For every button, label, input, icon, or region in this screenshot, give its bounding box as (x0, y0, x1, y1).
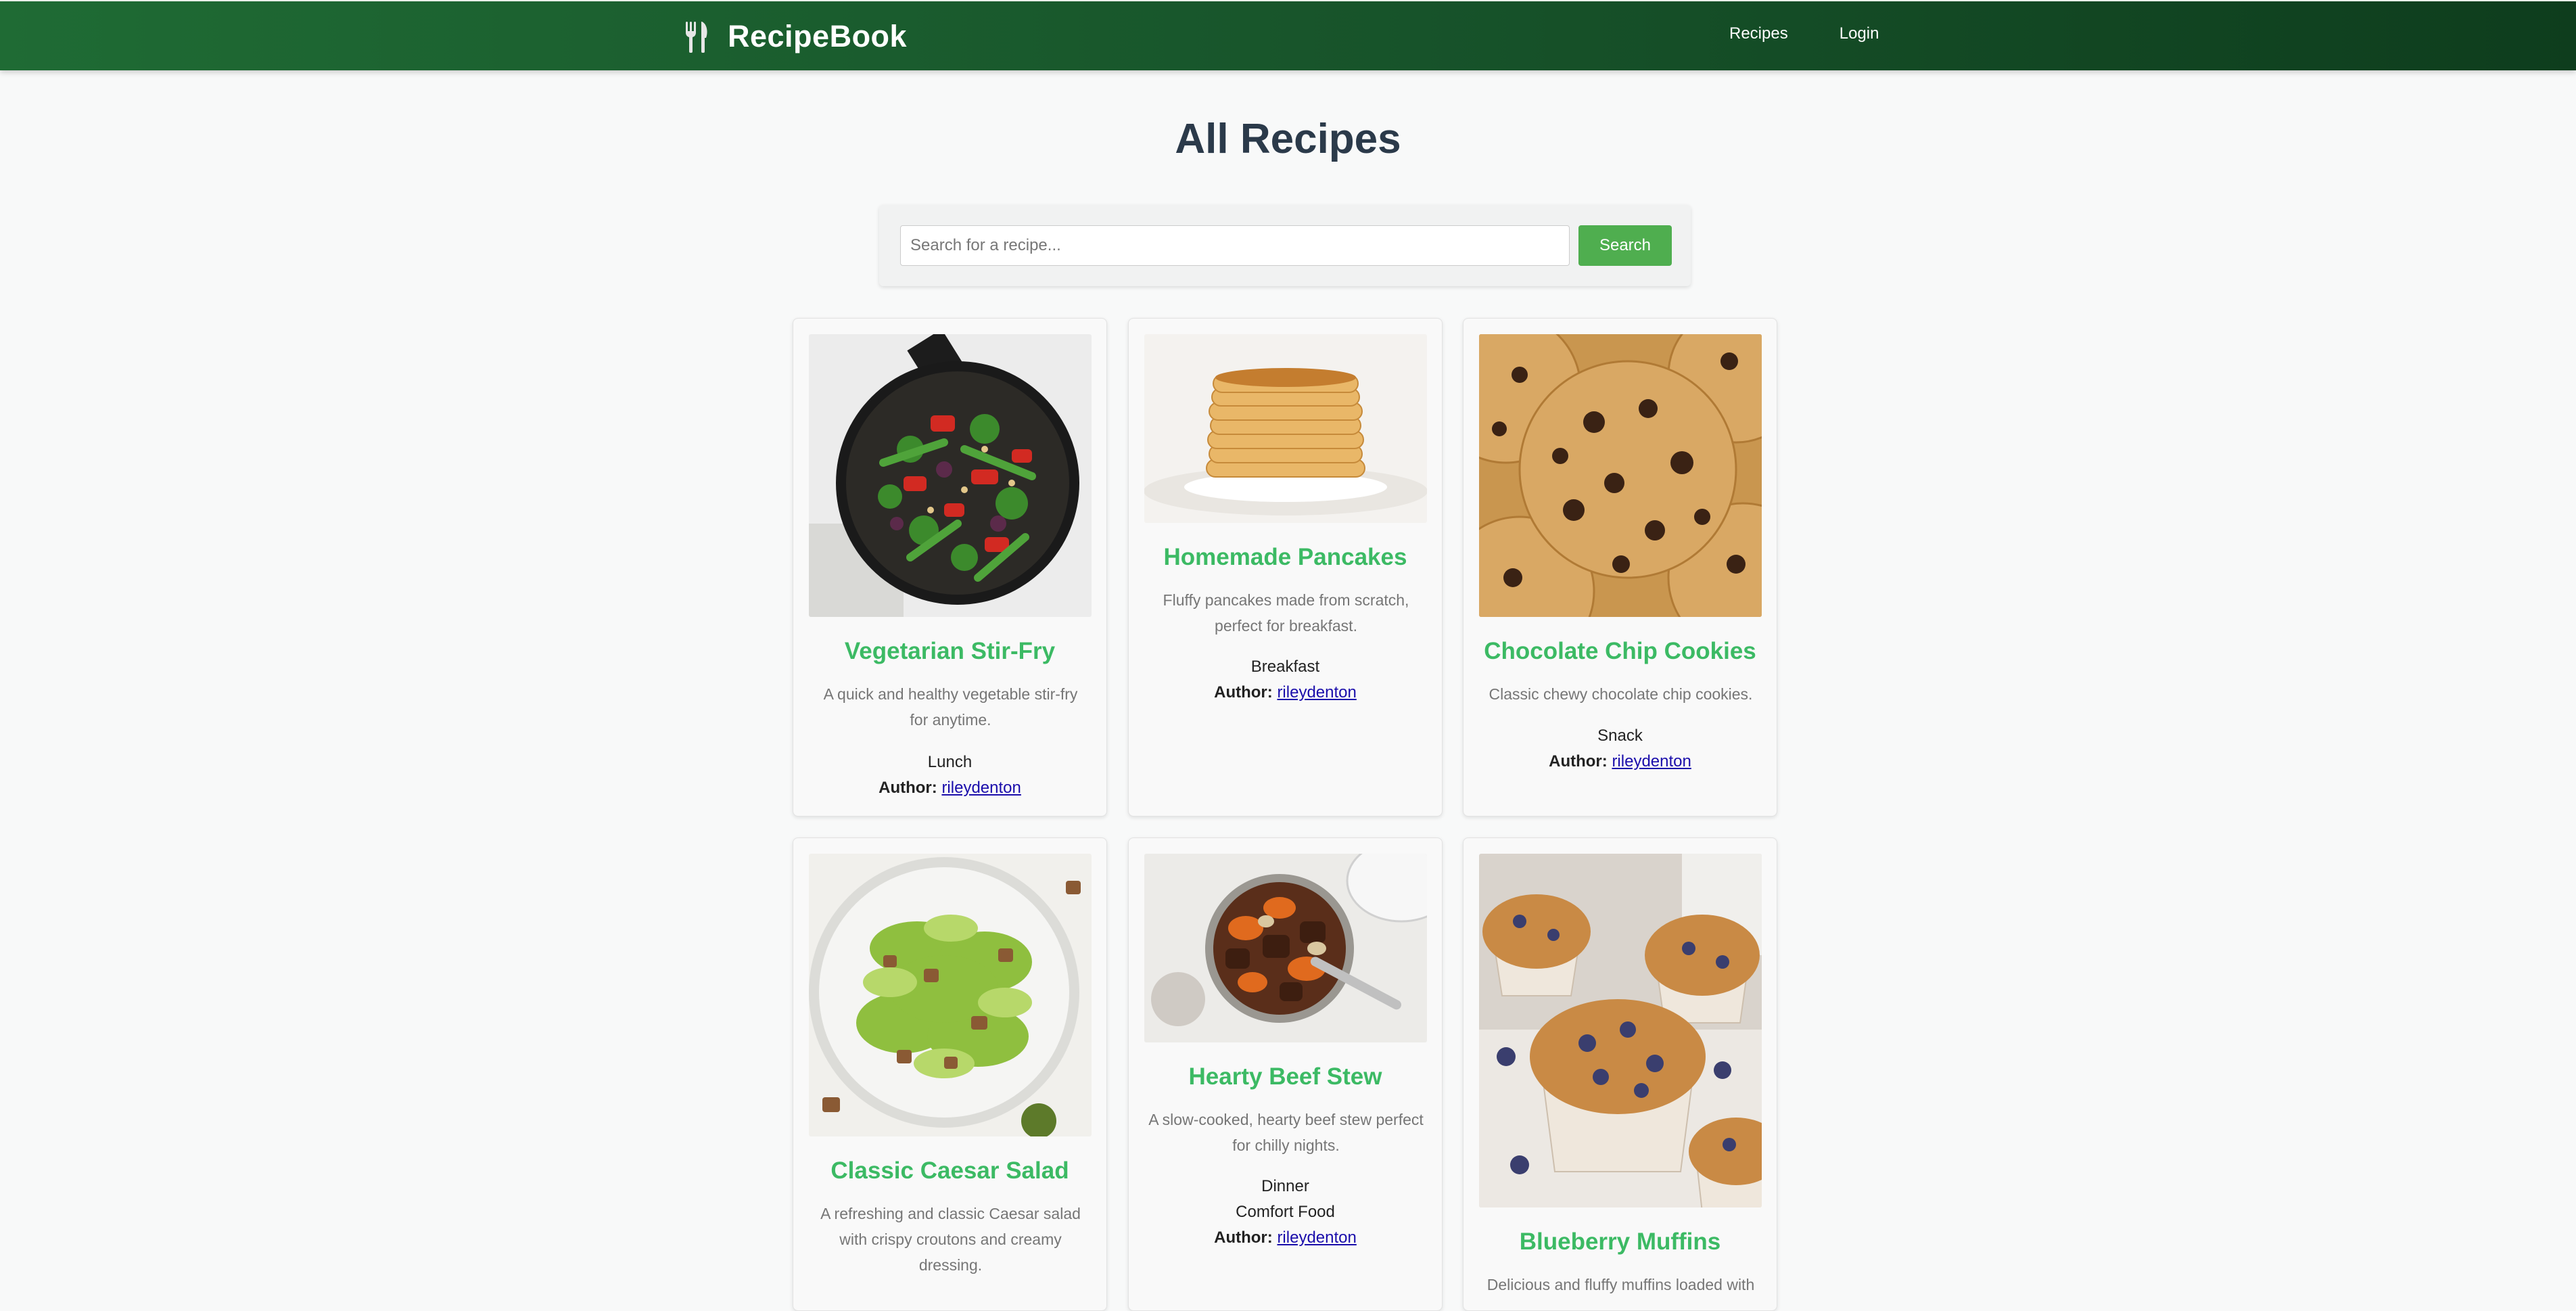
recipe-title[interactable]: Blueberry Muffins (1463, 1228, 1777, 1256)
recipe-author: Author: rileydenton (1129, 1225, 1442, 1251)
recipe-title[interactable]: Classic Caesar Salad (793, 1157, 1106, 1184)
recipe-category: Dinner (1261, 1177, 1309, 1195)
search-input[interactable] (900, 225, 1570, 266)
recipe-description: Classic chewy chocolate chip cookies. (1489, 685, 1753, 703)
recipe-description: A refreshing and classic Caesar salad wi… (820, 1205, 1081, 1274)
recipe-card-hearty-beef-stew[interactable]: Hearty Beef Stew A slow-cooked, hearty b… (1128, 837, 1443, 1311)
recipe-image-beef-stew[interactable] (1144, 854, 1427, 1042)
recipe-title[interactable]: Homemade Pancakes (1129, 544, 1442, 571)
author-link[interactable]: rileydenton (1612, 752, 1691, 770)
recipe-description: A quick and healthy vegetable stir-fry f… (823, 685, 1078, 729)
recipe-title[interactable]: Chocolate Chip Cookies (1463, 638, 1777, 665)
brand-name: RecipeBook (728, 19, 908, 53)
recipe-category: Breakfast (1250, 658, 1320, 676)
recipe-card-homemade-pancakes[interactable]: Homemade Pancakes Fluffy pancakes made f… (1128, 318, 1443, 816)
recipe-category: Lunch (927, 753, 973, 771)
search-button[interactable]: Search (1578, 225, 1672, 266)
recipe-description: Delicious and fluffy muffins loaded with (1486, 1276, 1755, 1293)
recipe-author: Author: rileydenton (793, 775, 1106, 801)
main-nav: Recipes Login (1729, 24, 1879, 43)
recipe-card-blueberry-muffins[interactable]: Blueberry Muffins Delicious and fluffy m… (1463, 837, 1777, 1311)
recipe-image-pancakes[interactable] (1144, 334, 1427, 523)
recipe-description: Fluffy pancakes made from scratch, perfe… (1163, 591, 1409, 635)
recipe-image-caesar-salad[interactable] (809, 854, 1092, 1136)
nav-login-link[interactable]: Login (1840, 24, 1879, 43)
recipe-card-vegetarian-stir-fry[interactable]: Vegetarian Stir-Fry A quick and healthy … (793, 318, 1107, 816)
recipe-description: A slow-cooked, hearty beef stew perfect … (1148, 1111, 1424, 1154)
recipe-title[interactable]: Hearty Beef Stew (1129, 1063, 1442, 1090)
fork-knife-icon (683, 20, 710, 53)
author-label: Author: (1549, 752, 1608, 770)
author-link[interactable]: rileydenton (941, 779, 1021, 797)
author-link[interactable]: rileydenton (1277, 683, 1356, 702)
recipe-card-chocolate-chip-cookies[interactable]: Chocolate Chip Cookies Classic chewy cho… (1463, 318, 1777, 816)
top-navbar: RecipeBook Recipes Login (0, 0, 2576, 70)
page-title: All Recipes (1175, 116, 1401, 162)
recipe-category: Snack (1597, 727, 1643, 745)
recipe-category: Comfort Food (1236, 1203, 1335, 1221)
search-form: Search (879, 205, 1691, 286)
recipe-author: Author: rileydenton (1463, 749, 1777, 775)
recipe-image-stir-fry[interactable] (809, 334, 1092, 617)
recipe-author: Author: rileydenton (1129, 680, 1442, 706)
nav-recipes-link[interactable]: Recipes (1729, 24, 1788, 43)
author-label: Author: (1214, 1228, 1273, 1247)
recipe-card-classic-caesar-salad[interactable]: Classic Caesar Salad A refreshing and cl… (793, 837, 1107, 1311)
author-label: Author: (1214, 683, 1273, 702)
recipe-title[interactable]: Vegetarian Stir-Fry (793, 638, 1106, 665)
brand-link[interactable]: RecipeBook (683, 19, 907, 54)
recipe-image-cookies[interactable] (1479, 334, 1762, 617)
author-link[interactable]: rileydenton (1277, 1228, 1356, 1247)
author-label: Author: (879, 779, 937, 797)
recipe-image-blueberry-muffins[interactable] (1479, 854, 1762, 1208)
